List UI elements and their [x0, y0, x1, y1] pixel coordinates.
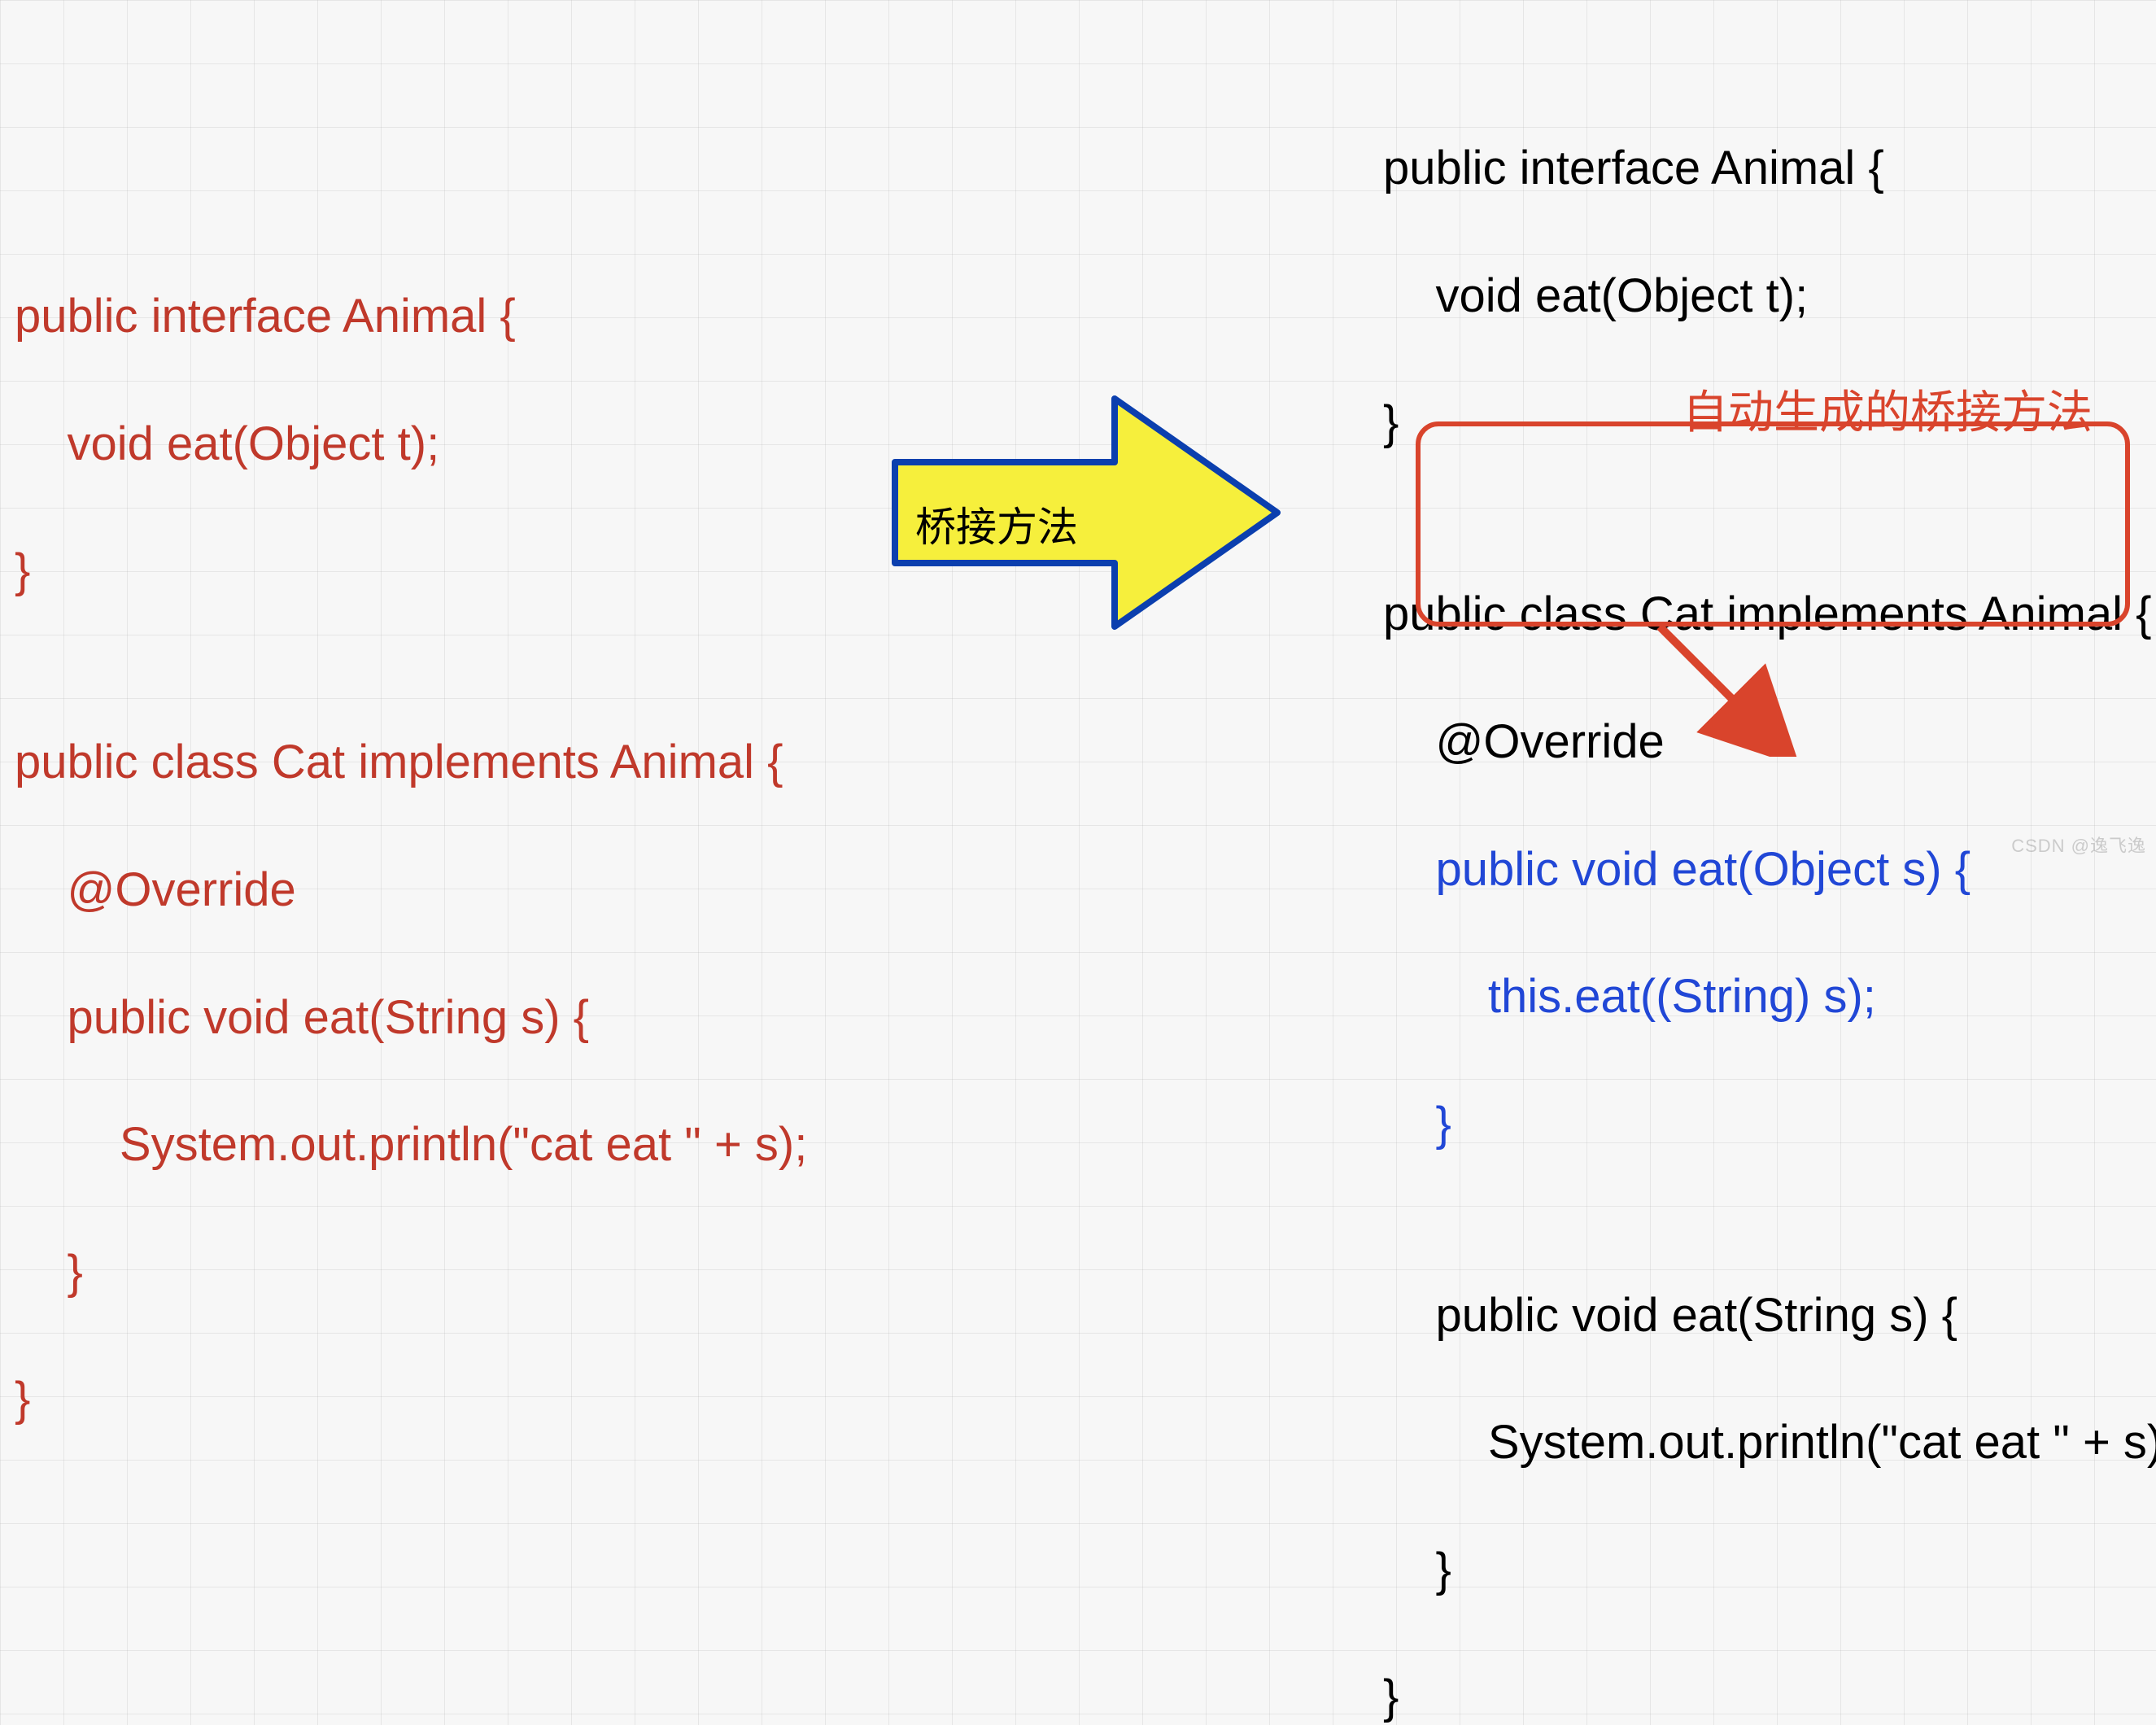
- code-line: public void eat(String s) {: [1383, 1284, 2156, 1347]
- code-line: public interface Animal {: [15, 285, 807, 348]
- code-line: @Override: [1383, 710, 2156, 774]
- bridge-arrow-label: 桥接方法: [915, 495, 1078, 553]
- code-line: @Override: [15, 858, 807, 922]
- code-line: }: [1383, 1666, 2156, 1725]
- watermark-text: CSDN @逸飞逸: [2011, 832, 2146, 858]
- code-line: public interface Animal {: [1383, 137, 2156, 200]
- code-line: }: [15, 539, 807, 603]
- code-line: System.out.println("cat eat " + s);: [15, 1113, 807, 1177]
- override-annotation: @Override: [1383, 715, 1665, 768]
- code-line: public class Cat implements Animal {: [15, 731, 807, 794]
- code-line: }: [15, 1368, 807, 1431]
- code-line: void eat(Object t);: [15, 413, 807, 476]
- code-line: public void eat(String s) {: [15, 986, 807, 1050]
- bridge-method-line: this.eat((String) s);: [1383, 965, 2156, 1028]
- code-line: System.out.println("cat eat " + s);: [1383, 1411, 2156, 1474]
- right-code-block: public interface Animal { void eat(Objec…: [1383, 73, 2156, 1725]
- code-line: public class Cat implements Animal {: [1383, 583, 2156, 646]
- code-line: }: [1383, 1539, 2156, 1602]
- bridge-method-line: }: [1383, 1093, 2156, 1156]
- left-code-block: public interface Animal { void eat(Objec…: [15, 221, 807, 1496]
- auto-generated-label: 自动生成的桥接方法: [1682, 376, 2093, 442]
- code-line: void eat(Object t);: [1383, 264, 2156, 328]
- code-line: }: [15, 1241, 807, 1304]
